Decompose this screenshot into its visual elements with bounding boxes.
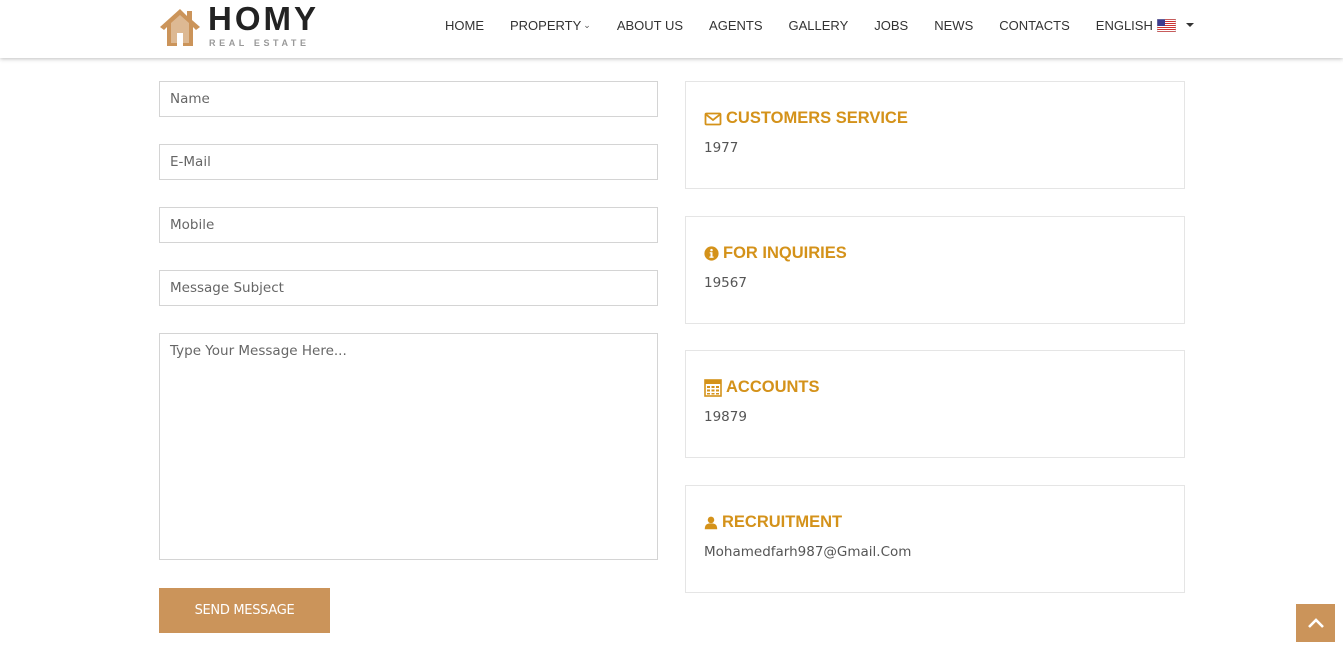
nav-label: ABOUT US [616, 17, 684, 33]
us-flag-icon [1156, 18, 1176, 32]
card-value: 19567 [704, 275, 747, 291]
email-input[interactable] [159, 144, 658, 180]
calculator-icon [704, 378, 722, 397]
contact-card-accounts: ACCOUNTS 19879 [685, 350, 1185, 458]
nav-item-about-us[interactable]: ABOUT US [604, 18, 696, 33]
nav-label: NEWS [934, 17, 974, 33]
chevron-up-icon [1307, 618, 1324, 628]
scroll-to-top-button[interactable] [1296, 604, 1335, 642]
contact-card-customers-service: CUSTOMERS SERVICE 1977 [685, 81, 1185, 189]
site-header: HOMY REAL ESTATE HOME PROPERTY ⌄ ABOUT US… [0, 0, 1343, 58]
card-title: ACCOUNTS [704, 378, 820, 397]
card-title-text: ACCOUNTS [726, 378, 820, 396]
card-title: CUSTOMERS SERVICE [704, 109, 908, 128]
nav-item-agents[interactable]: AGENTS [696, 18, 775, 33]
nav-item-property[interactable]: PROPERTY ⌄ [497, 18, 604, 33]
card-title-text: CUSTOMERS SERVICE [726, 109, 908, 127]
contact-card-inquiries: FOR INQUIRIES 19567 [685, 216, 1185, 324]
house-logo-icon [160, 9, 200, 46]
name-input[interactable] [159, 81, 658, 117]
nav-label: PROPERTY [510, 17, 582, 33]
envelope-icon [704, 112, 722, 125]
nav-item-contacts[interactable]: CONTACTS [986, 18, 1083, 33]
nav-label: HOME [445, 17, 484, 33]
caret-down-icon [1185, 23, 1194, 27]
send-message-button[interactable]: SEND MESSAGE [159, 588, 330, 633]
nav-item-home[interactable]: HOME [432, 18, 497, 33]
language-selector[interactable]: ENGLISH [1083, 18, 1207, 33]
card-value: Mohamedfarh987@Gmail.Com [704, 544, 912, 560]
nav-label: GALLERY [788, 17, 849, 33]
card-value: 19879 [704, 409, 747, 425]
card-title-text: RECRUITMENT [722, 513, 843, 531]
card-title: FOR INQUIRIES [704, 244, 847, 263]
nav-item-jobs[interactable]: JOBS [861, 18, 921, 33]
nav-label: AGENTS [709, 17, 763, 33]
nav-label: JOBS [874, 17, 909, 33]
message-textarea[interactable] [159, 333, 658, 560]
nav-label: CONTACTS [999, 17, 1070, 33]
card-title: RECRUITMENT [704, 513, 842, 532]
logo-tagline: REAL ESTATE [209, 38, 310, 48]
contact-card-recruitment: RECRUITMENT Mohamedfarh987@Gmail.Com [685, 485, 1185, 593]
user-icon [704, 516, 718, 529]
nav-item-gallery[interactable]: GALLERY [776, 18, 862, 33]
mobile-input[interactable] [159, 207, 658, 243]
logo-title: HOMY [208, 0, 319, 37]
language-label: ENGLISH [1095, 17, 1153, 33]
chevron-down-icon: ⌄ [583, 19, 591, 30]
subject-input[interactable] [159, 270, 658, 306]
site-logo[interactable]: HOMY REAL ESTATE [158, 0, 328, 50]
info-circle-icon [704, 246, 719, 261]
card-value: 1977 [704, 140, 739, 156]
nav-item-news[interactable]: NEWS [921, 18, 986, 33]
card-title-text: FOR INQUIRIES [723, 244, 847, 262]
main-nav: HOME PROPERTY ⌄ ABOUT US AGENTS GALLERY J… [432, 0, 1207, 50]
